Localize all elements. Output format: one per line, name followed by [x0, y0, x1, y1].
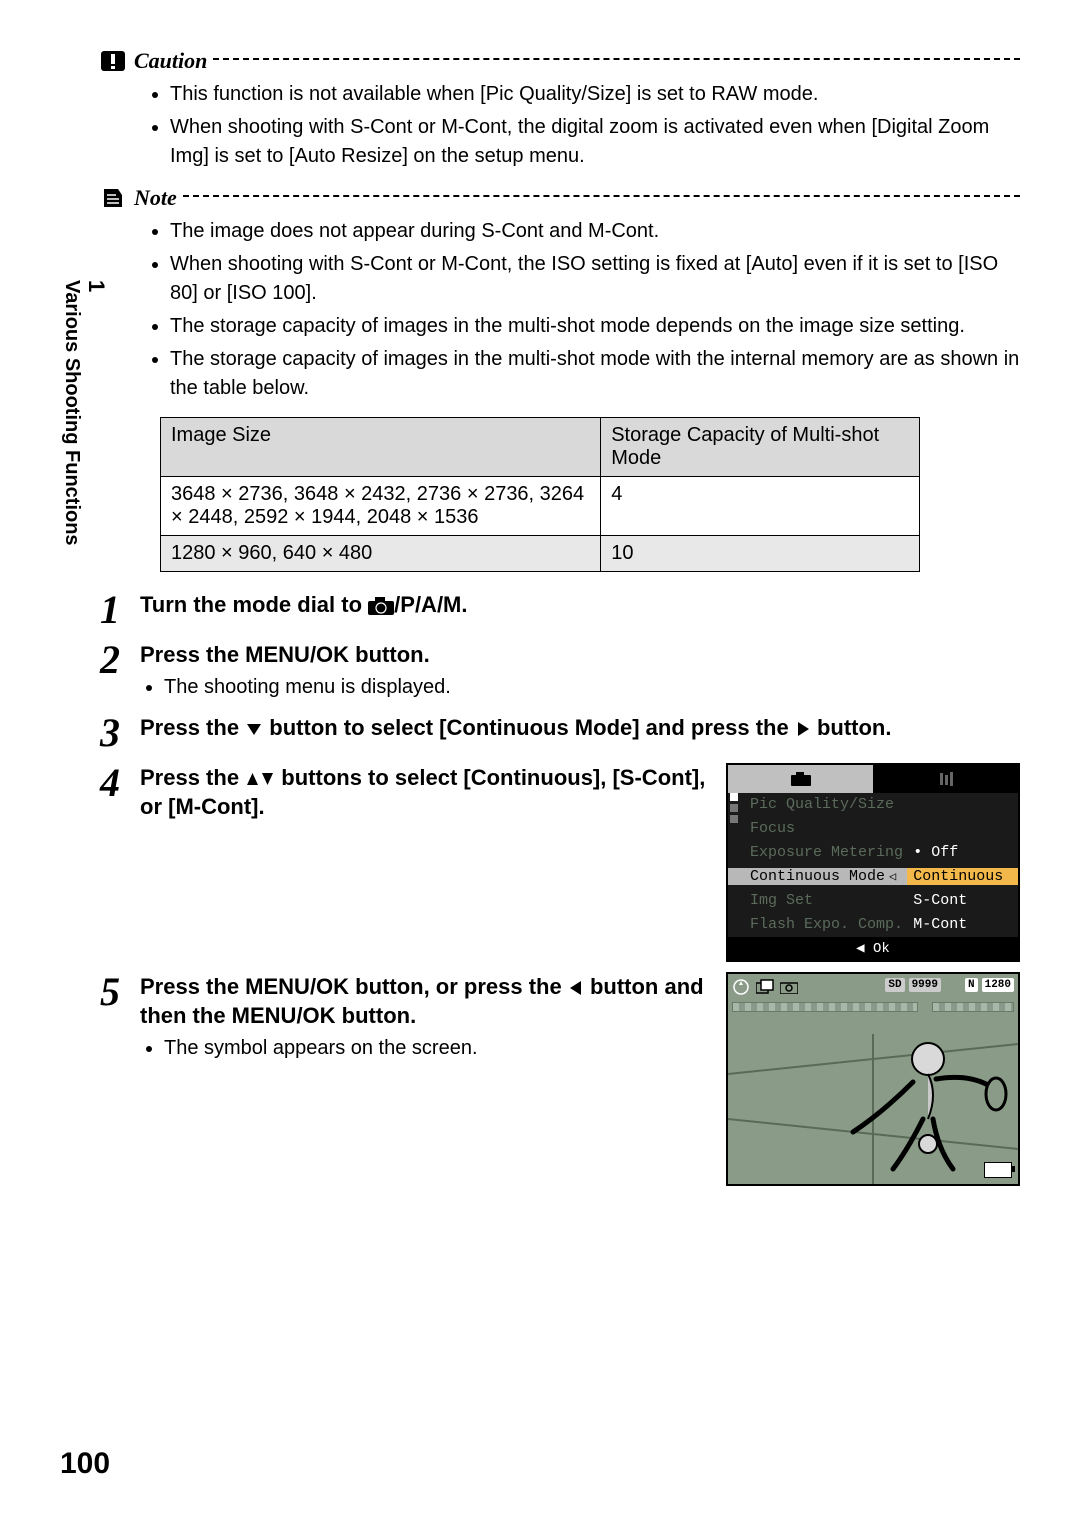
chapter-title: Various Shooting Functions — [61, 280, 83, 546]
step-bullet: The symbol appears on the screen. — [164, 1037, 706, 1060]
right-arrow-icon — [795, 720, 811, 738]
step-number: 2 — [100, 640, 140, 703]
note-item: The storage capacity of images in the mu… — [170, 345, 1020, 403]
caution-icon — [100, 48, 126, 74]
note-icon — [100, 185, 126, 211]
table-header: Image Size — [161, 418, 601, 477]
count-chip: 9999 — [909, 978, 941, 992]
down-arrow-icon — [245, 721, 263, 737]
capacity-table: Image Size Storage Capacity of Multi-sho… — [160, 417, 920, 572]
camera-small-icon — [780, 978, 798, 996]
note-heading: Note — [134, 185, 177, 211]
page-number: 100 — [60, 1447, 110, 1481]
camera-icon — [368, 597, 394, 615]
note-item: The storage capacity of images in the mu… — [170, 312, 1020, 341]
left-arrow-icon: ◁ — [889, 870, 896, 884]
size-chip: 1280 — [982, 978, 1014, 992]
step-1: 1 Turn the mode dial to /P/A/M. — [100, 590, 1020, 630]
note-item: When shooting with S-Cont or M-Cont, the… — [170, 250, 1020, 308]
table-row: 3648 × 2736, 3648 × 2432, 2736 × 2736, 3… — [161, 477, 920, 536]
step-2: 2 Press the MENU/OK button. The shooting… — [100, 640, 1020, 703]
n-chip: N — [965, 978, 978, 992]
caution-item: This function is not available when [Pic… — [170, 80, 1020, 109]
menu-screenshot: Pic Quality/Size Focus Exposure Metering… — [726, 763, 1020, 962]
note-callout: Note The image does not appear during S-… — [100, 185, 1020, 572]
sd-chip: SD — [885, 978, 904, 992]
caution-callout: Caution This function is not available w… — [100, 48, 1020, 171]
step-number: 1 — [100, 590, 140, 630]
menu-tab-setup — [873, 765, 1018, 793]
camera-screenshot: SD 9999 N 1280 — [726, 972, 1020, 1186]
step-bullet: The shooting menu is displayed. — [164, 676, 1020, 699]
step-number: 3 — [100, 713, 140, 753]
step-5: 5 Press the MENU/OK button, or press the… — [100, 972, 1020, 1186]
note-item: The image does not appear during S-Cont … — [170, 217, 1020, 246]
caution-item: When shooting with S-Cont or M-Cont, the… — [170, 113, 1020, 171]
up-down-arrow-icon — [245, 770, 275, 788]
step-number: 4 — [100, 763, 140, 962]
step-number: 5 — [100, 972, 140, 1186]
table-header: Storage Capacity of Multi-shot Mode — [601, 418, 920, 477]
left-arrow-icon — [568, 979, 584, 997]
step-3: 3 Press the button to select [Continuous… — [100, 713, 1020, 753]
menu-tab-camera — [728, 765, 873, 793]
caution-heading: Caution — [134, 48, 207, 74]
step-4: 4 Press the buttons to select [Continuou… — [100, 763, 1020, 962]
menu-ok-bar: ◀ Ok — [728, 937, 1018, 960]
continuous-icon — [756, 978, 774, 996]
caution-list: This function is not available when [Pic… — [170, 80, 1020, 171]
table-row: 1280 × 960, 640 × 480 10 — [161, 536, 920, 572]
mode-icon — [732, 978, 750, 996]
note-list: The image does not appear during S-Cont … — [170, 217, 1020, 403]
battery-icon — [984, 1162, 1012, 1178]
